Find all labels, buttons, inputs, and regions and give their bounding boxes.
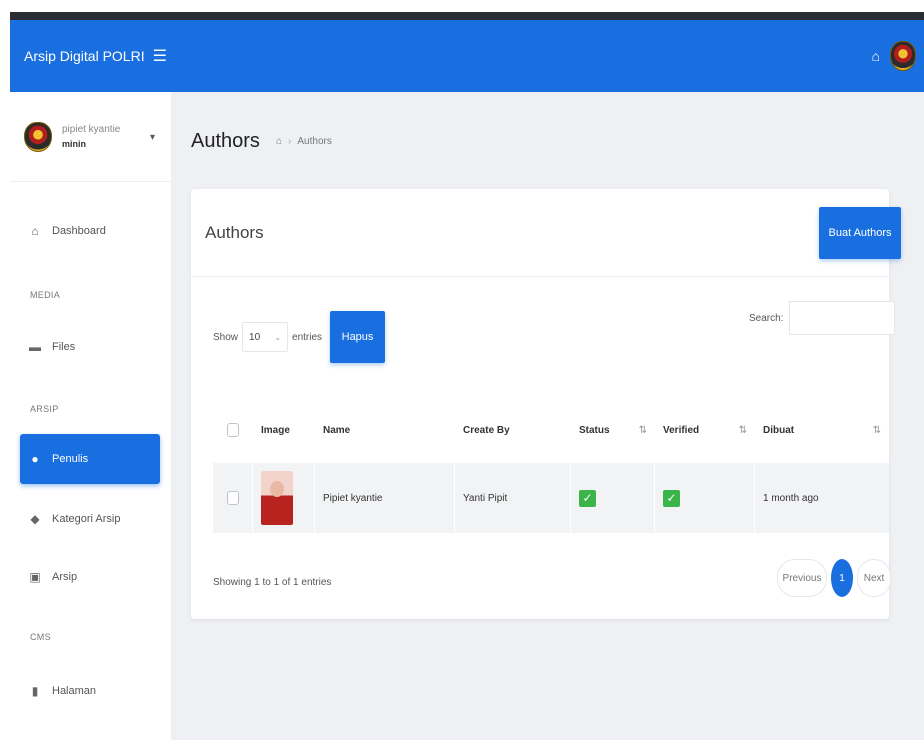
author-photo (261, 471, 293, 525)
folder-icon: ▬ (29, 340, 41, 354)
table-length-controls: Show 10 ⌄ entries Hapus (213, 311, 386, 363)
chevron-right-icon: › (288, 136, 292, 147)
entries-select[interactable]: 10 ⌄ (242, 322, 289, 352)
sidebar-item-files[interactable]: ▬ Files (20, 322, 160, 372)
table-info: Showing 1 to 1 of 1 entries (213, 577, 332, 588)
page-icon: ▮ (31, 684, 39, 698)
home-icon[interactable]: ⌂ (872, 48, 880, 64)
sidebar-item-arsip[interactable]: ▣ Arsip (20, 552, 160, 602)
sidebar-item-penulis[interactable]: ● Penulis (20, 434, 160, 484)
column-header-label: Dibuat (763, 424, 795, 436)
user-role: minin (62, 138, 86, 149)
sort-icon: ⇅ (872, 424, 881, 436)
sidebar-item-label: Kategori Arsip (52, 513, 121, 525)
sidebar-category-cms: CMS (30, 632, 51, 642)
row-checkbox[interactable] (226, 491, 239, 505)
pagination: Previous 1 Next (777, 559, 891, 597)
create-author-button[interactable]: Buat Authors (819, 207, 901, 259)
authors-card: Authors Buat Authors Show 10 ⌄ entries H… (191, 189, 901, 619)
chevron-down-icon: ⌄ (274, 332, 282, 342)
sidebar: pipiet kyantie minin ▾ ⌂ Dashboard MEDIA… (10, 92, 172, 740)
verified-cell: ✓ (655, 463, 755, 533)
author-name: Pipiet kyantie (315, 463, 455, 533)
sort-icon: ⇅ (638, 424, 647, 436)
column-header-status[interactable]: Status ⇅ (571, 397, 655, 463)
sidebar-item-label: Halaman (52, 685, 97, 697)
card-title: Authors (205, 223, 264, 242)
column-header-name[interactable]: Name (315, 397, 455, 463)
home-icon: ⌂ (31, 224, 39, 238)
main-content: Authors ⌂ › Authors Authors Buat Authors… (172, 92, 924, 740)
check-icon: ✓ (579, 489, 596, 507)
user-icon: ● (31, 452, 39, 466)
search-label: Search: (749, 312, 784, 324)
header-actions: ⌂ (872, 20, 916, 92)
column-header-image: Image (261, 424, 290, 436)
sidebar-category-arsip: ARSIP (30, 404, 59, 414)
column-header-dibuat[interactable]: Dibuat ⇅ (755, 397, 889, 463)
table-row[interactable]: Pipiet kyantie Yanti Pipit ✓ ✓ 1 month a… (213, 463, 889, 533)
sidebar-item-label: Arsip (52, 571, 78, 583)
polri-emblem-icon[interactable] (890, 41, 916, 71)
breadcrumb-current: Authors (297, 136, 332, 147)
archive-icon: ▣ (29, 570, 41, 584)
table-header-row: Image Name Create By Status ⇅ Verified ⇅… (213, 397, 889, 463)
sidebar-category-media: MEDIA (30, 290, 61, 300)
delete-button[interactable]: Hapus (330, 311, 386, 363)
image-cell (253, 463, 315, 533)
select-all-checkbox[interactable] (227, 423, 239, 437)
check-icon: ✓ (663, 489, 680, 507)
avatar (24, 121, 52, 152)
tags-icon: ◆ (30, 512, 40, 526)
show-label: Show (213, 331, 239, 343)
table-search: Search: (749, 301, 896, 335)
page-1-button[interactable]: 1 (831, 559, 853, 597)
brand[interactable]: Arsip Digital POLRI ☰ (10, 20, 172, 92)
next-button[interactable]: Next (857, 559, 891, 597)
column-header-create-by[interactable]: Create By (455, 397, 571, 463)
user-info: pipiet kyantie minin (62, 122, 120, 152)
hamburger-icon[interactable]: ☰ (153, 46, 167, 66)
sort-icon: ⇅ (738, 424, 747, 436)
entries-value: 10 (249, 331, 261, 343)
sidebar-item-label: Penulis (52, 453, 89, 465)
top-navbar: Arsip Digital POLRI ☰ ⌂ (10, 20, 924, 92)
top-strip (10, 12, 924, 20)
sidebar-item-kategori-arsip[interactable]: ◆ Kategori Arsip (20, 494, 160, 544)
created-time: 1 month ago (763, 492, 819, 504)
home-icon[interactable]: ⌂ (276, 136, 282, 147)
search-input[interactable] (789, 301, 896, 335)
column-header-verified[interactable]: Verified ⇅ (655, 397, 755, 463)
user-name: pipiet kyantie (62, 123, 121, 135)
created-by: Yanti Pipit (455, 463, 571, 533)
authors-table: Image Name Create By Status ⇅ Verified ⇅… (213, 397, 889, 533)
brand-title: Arsip Digital POLRI (24, 48, 145, 64)
entries-label: entries (292, 331, 323, 343)
row-select-cell (213, 463, 253, 533)
page-title: Authors (191, 130, 260, 152)
card-header: Authors Buat Authors (191, 189, 901, 277)
select-all-cell (213, 397, 253, 463)
previous-button[interactable]: Previous (777, 559, 827, 597)
column-header-label: Verified (663, 424, 700, 436)
sidebar-item-label: Files (52, 341, 76, 353)
sidebar-item-dashboard[interactable]: ⌂ Dashboard (20, 206, 160, 256)
status-cell: ✓ (571, 463, 655, 533)
breadcrumb: ⌂ › Authors (276, 136, 332, 147)
sidebar-item-halaman[interactable]: ▮ Halaman (20, 666, 160, 716)
sidebar-item-label: Dashboard (52, 225, 106, 237)
column-header-label: Status (579, 424, 610, 436)
user-panel[interactable]: pipiet kyantie minin ▾ (10, 92, 171, 182)
caret-down-icon[interactable]: ▾ (150, 132, 155, 143)
